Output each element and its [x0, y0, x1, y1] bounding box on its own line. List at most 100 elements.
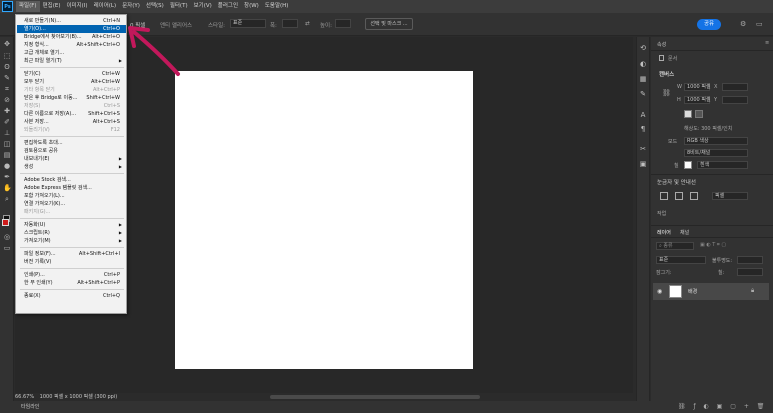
menu-6[interactable]: 필터(T): [167, 1, 191, 12]
file-menu-item[interactable]: Adobe Express 템플릿 검색...: [17, 184, 126, 192]
file-menu-item[interactable]: 모두 닫기 Alt+Ctrl+W: [17, 78, 126, 86]
layer-comps-icon[interactable]: ▣: [639, 160, 647, 168]
history-icon[interactable]: ⟲: [639, 44, 647, 52]
paragraph-icon[interactable]: ¶: [639, 125, 647, 133]
file-menu-item[interactable]: 고급 개체로 열기...: [17, 49, 126, 57]
canvas[interactable]: [175, 71, 473, 369]
character-icon[interactable]: A: [639, 111, 647, 119]
file-menu-item[interactable]: 사본 저장... Alt+Ctrl+S: [17, 118, 126, 126]
gear-icon[interactable]: ⚙: [740, 20, 746, 28]
stamp-tool-icon[interactable]: ⊥: [3, 129, 11, 137]
file-menu-item[interactable]: 새로 만들기(N)... Ctrl+N: [17, 17, 126, 25]
layer-name[interactable]: 배경: [688, 288, 697, 295]
layer-actions-icons[interactable]: ⛓ ƒ ◐ ▣ ▢ + 🗑︎: [678, 403, 767, 410]
zoom-tool-icon[interactable]: ⌕: [3, 195, 11, 203]
file-menu-item[interactable]: 한 부 인쇄(Y) Alt+Shift+Ctrl+P: [17, 279, 126, 287]
workspace-icon[interactable]: ▭: [756, 20, 763, 28]
file-menu-item[interactable]: 닫은 후 Bridge로 이동... Shift+Ctrl+W: [17, 94, 126, 102]
menu-4[interactable]: 문자(Y): [119, 1, 143, 12]
dodge-tool-icon[interactable]: ●: [3, 162, 11, 170]
menu-2[interactable]: 이미지(I): [63, 1, 90, 12]
move-tool-icon[interactable]: ✥: [3, 40, 11, 48]
layer-filter-icons[interactable]: ▣ ◐ T ⌗ ▢: [700, 242, 760, 250]
bit-depth-select[interactable]: 8비트/채널: [684, 149, 748, 157]
file-menu-item[interactable]: 지정 형식... Alt+Shift+Ctrl+O: [17, 41, 126, 49]
guide-unit-select[interactable]: 픽셀: [712, 192, 748, 200]
guides-heading[interactable]: 눈금자 및 안내선: [657, 178, 696, 186]
landscape-orientation-icon[interactable]: [695, 110, 703, 118]
file-menu-item[interactable]: 최근 파일 열기(T) ▶: [17, 57, 126, 65]
canvas-y-input[interactable]: [722, 96, 748, 104]
canvas-x-input[interactable]: [722, 83, 748, 91]
fill-opacity-input[interactable]: [737, 268, 763, 276]
file-menu-item[interactable]: 저장(S) Ctrl+S: [17, 102, 126, 110]
file-menu-item[interactable]: 포함 가져오기(L)...: [17, 192, 126, 200]
ruler-icon[interactable]: [660, 192, 668, 200]
menu-5[interactable]: 선택(S): [143, 1, 167, 12]
file-menu-item[interactable]: 기타 항목 닫기 Alt+Ctrl+P: [17, 86, 126, 94]
portrait-orientation-icon[interactable]: [684, 110, 692, 118]
select-and-mask-button[interactable]: 선택 및 마스크 ...: [365, 18, 413, 30]
style-select[interactable]: 표준: [230, 19, 266, 28]
fill-swatch[interactable]: [684, 161, 692, 169]
zoom-level[interactable]: 66.67%: [15, 394, 34, 400]
file-menu-item[interactable]: 종료(X) Ctrl+Q: [17, 292, 126, 300]
canvas-heading[interactable]: 캔버스: [659, 70, 674, 78]
file-menu-item[interactable]: 내보내기(E) ▶: [17, 155, 126, 163]
menu-3[interactable]: 레이어(L): [91, 1, 120, 12]
gradient-tool-icon[interactable]: ▤: [3, 151, 11, 159]
panel-menu-icon[interactable]: ≡: [765, 40, 769, 46]
pen-tool-icon[interactable]: ✒: [3, 173, 11, 181]
lock-icon[interactable]: 🔒︎: [751, 287, 754, 295]
timeline-tab[interactable]: 타임라인: [21, 403, 39, 410]
screen-mode-icon[interactable]: ▭: [3, 244, 11, 252]
file-menu-item[interactable]: 다른 이름으로 저장(A)... Shift+Ctrl+S: [17, 110, 126, 118]
file-menu-item[interactable]: 편집하도록 초대...: [17, 139, 126, 147]
menu-9[interactable]: 창(W): [241, 1, 262, 12]
properties-tab[interactable]: 속성: [657, 41, 666, 48]
more-section-heading[interactable]: 작업: [657, 210, 666, 217]
file-menu-item[interactable]: 인쇄(P)... Ctrl+P: [17, 271, 126, 279]
eyedropper-tool-icon[interactable]: ⊘: [3, 96, 11, 104]
brush-tool-icon[interactable]: ✐: [3, 118, 11, 126]
lasso-tool-icon[interactable]: ʘ: [3, 63, 11, 71]
adjustments-icon[interactable]: ◐: [639, 60, 647, 68]
file-menu-item[interactable]: 생성 ▶: [17, 163, 126, 171]
file-menu-item[interactable]: 패키지(G)...: [17, 208, 126, 216]
height-input[interactable]: [335, 19, 351, 28]
layers-tab[interactable]: 레이어: [657, 229, 671, 236]
file-menu-item[interactable]: 닫기(C) Ctrl+W: [17, 70, 126, 78]
menu-10[interactable]: 도움말(H): [262, 1, 292, 12]
menu-1[interactable]: 편집(E): [40, 1, 64, 12]
menu-8[interactable]: 플러그인: [215, 1, 241, 12]
tools-icon[interactable]: ✂: [639, 145, 647, 153]
menu-0[interactable]: 파일(F): [16, 1, 40, 12]
fill-select[interactable]: 흰색: [697, 161, 748, 169]
swap-icon[interactable]: ⇄: [305, 21, 310, 27]
visibility-eye-icon[interactable]: ◉: [657, 288, 662, 295]
crop-tool-icon[interactable]: ⌗: [3, 85, 11, 93]
eraser-tool-icon[interactable]: ◫: [3, 140, 11, 148]
opacity-input[interactable]: [737, 256, 763, 264]
marquee-tool-icon[interactable]: ⬚: [3, 52, 11, 60]
file-menu-item[interactable]: 스크립트(R) ▶: [17, 229, 126, 237]
file-menu-item[interactable]: 되돌리기(V) F12: [17, 126, 126, 134]
file-menu-item[interactable]: 검토용으로 공유: [17, 147, 126, 155]
blend-mode-select[interactable]: 표준: [656, 256, 706, 264]
file-menu-item[interactable]: Adobe Stock 검색...: [17, 176, 126, 184]
width-input[interactable]: [282, 19, 298, 28]
file-menu-item[interactable]: 자동화(U) ▶: [17, 221, 126, 229]
scrollbar-thumb[interactable]: [270, 395, 480, 399]
file-menu-item[interactable]: 버전 기록(V): [17, 258, 126, 266]
file-menu-item[interactable]: Bridge에서 찾아보기(B)... Alt+Ctrl+O: [17, 33, 126, 41]
foreground-color-swatch[interactable]: [2, 219, 9, 226]
canvas-height-input[interactable]: 1000 픽셀: [684, 96, 711, 104]
color-mode-select[interactable]: RGB 색상: [684, 137, 748, 145]
guide-icon[interactable]: [690, 192, 698, 200]
menu-7[interactable]: 보기(V): [191, 1, 215, 12]
layer-filter-search[interactable]: ⌕ 종류: [656, 242, 694, 250]
file-menu-item[interactable]: 파일 정보(F)... Alt+Shift+Ctrl+I: [17, 250, 126, 258]
hand-tool-icon[interactable]: ✋: [3, 184, 12, 192]
quick-mask-icon[interactable]: ◎: [3, 233, 11, 241]
share-button[interactable]: 공유: [697, 19, 721, 30]
